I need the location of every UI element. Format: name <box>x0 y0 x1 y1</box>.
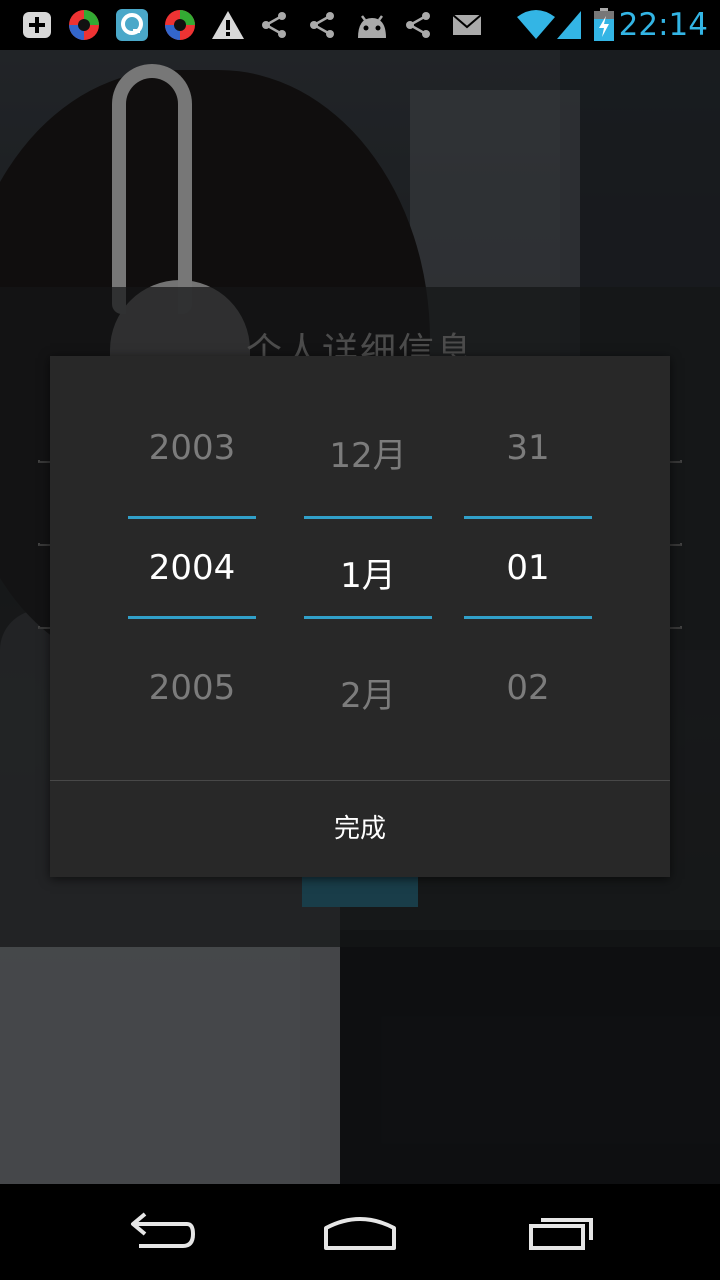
wifi-icon <box>516 9 556 41</box>
android-icon <box>352 9 392 41</box>
selection-divider <box>304 516 432 519</box>
app-q-icon <box>114 9 150 41</box>
selection-divider <box>128 616 256 619</box>
app-circle-icon <box>162 9 198 41</box>
day-current[interactable]: 01 <box>464 548 592 588</box>
signal-icon <box>554 9 584 41</box>
add-box-icon <box>20 9 54 41</box>
done-button[interactable]: 完成 <box>50 781 670 877</box>
recent-apps-icon[interactable] <box>502 1202 622 1262</box>
share-icon <box>402 9 434 41</box>
share-icon <box>306 9 338 41</box>
year-next[interactable]: 2005 <box>128 668 256 708</box>
app-circle-icon <box>66 9 102 41</box>
month-picker[interactable]: 12月 1月 2月 <box>304 356 432 780</box>
warning-icon <box>210 9 246 41</box>
day-picker[interactable]: 31 01 02 <box>464 356 592 780</box>
clock: 22:14 <box>618 7 708 43</box>
day-prev[interactable]: 31 <box>464 428 592 468</box>
month-next[interactable]: 2月 <box>304 668 432 717</box>
year-picker[interactable]: 2003 2004 2005 <box>128 356 256 780</box>
status-bar: 22:14 <box>0 0 720 50</box>
home-icon[interactable] <box>300 1202 420 1262</box>
battery-charging-icon <box>592 8 616 41</box>
navigation-bar <box>0 1184 720 1280</box>
selection-divider <box>464 616 592 619</box>
back-icon[interactable] <box>100 1202 220 1262</box>
selection-divider <box>464 516 592 519</box>
day-next[interactable]: 02 <box>464 668 592 708</box>
selection-divider <box>304 616 432 619</box>
month-current[interactable]: 1月 <box>304 548 432 597</box>
year-prev[interactable]: 2003 <box>128 428 256 468</box>
date-picker-dialog: 2003 2004 2005 12月 1月 2月 31 01 02 完成 <box>50 356 670 877</box>
share-icon <box>258 9 290 41</box>
email-icon <box>450 9 484 41</box>
year-current[interactable]: 2004 <box>128 548 256 588</box>
selection-divider <box>128 516 256 519</box>
month-prev[interactable]: 12月 <box>304 428 432 477</box>
